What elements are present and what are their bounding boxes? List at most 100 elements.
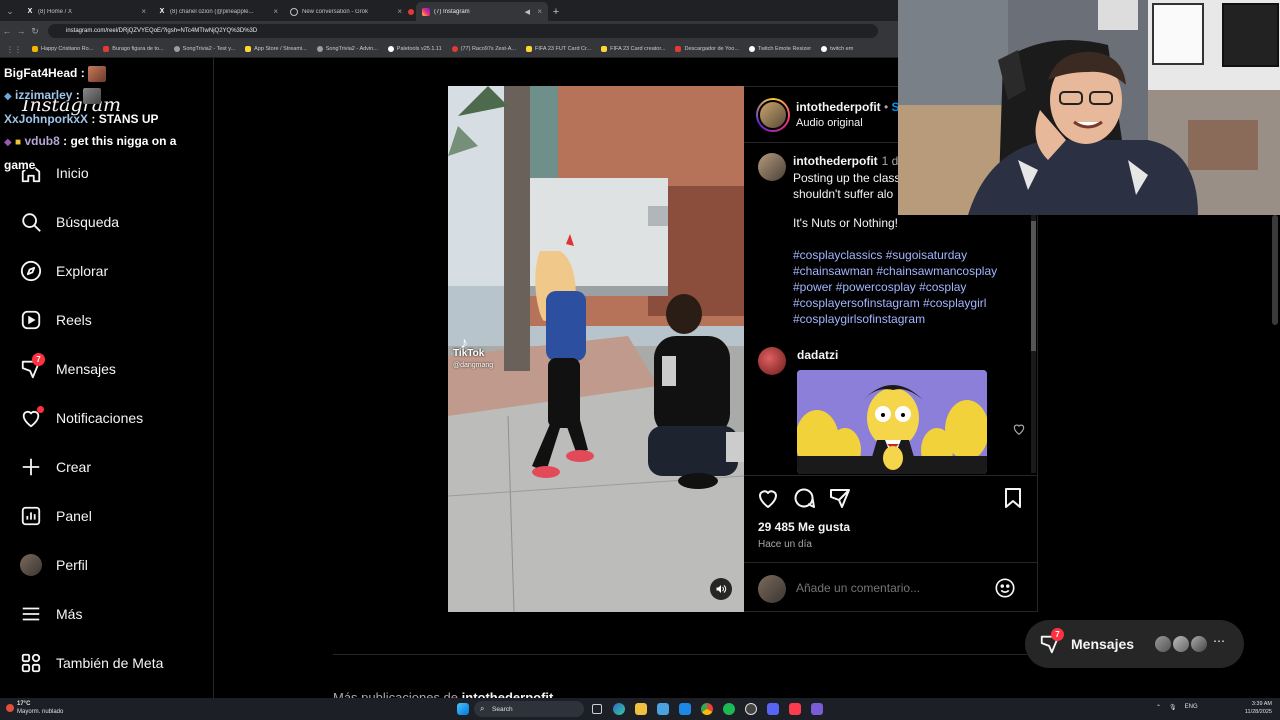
- like-count[interactable]: 29 485 Me gusta: [758, 520, 850, 534]
- commenter-username[interactable]: dadatzi: [797, 348, 838, 362]
- commenter-avatar[interactable]: [758, 347, 786, 375]
- caption-avatar[interactable]: [758, 153, 786, 181]
- language-indicator[interactable]: ENG: [1185, 704, 1198, 711]
- weather-widget[interactable]: 17°C Mayorm. nublado: [6, 700, 63, 716]
- chrome-icon[interactable]: [701, 703, 713, 715]
- comment-like-icon[interactable]: [1012, 422, 1026, 436]
- author-avatar[interactable]: [756, 98, 790, 132]
- sidebar-item-meta[interactable]: También de Meta: [20, 648, 200, 678]
- system-tray: ⌃ 🎙 ENG: [1156, 704, 1198, 711]
- chat-text: STANS UP: [98, 112, 159, 126]
- bookmark-item[interactable]: Burago figura de to...: [103, 46, 164, 52]
- bookmark-favicon: [173, 46, 180, 52]
- page-scrollbar[interactable]: [1272, 215, 1278, 325]
- music-icon[interactable]: [789, 703, 801, 715]
- obs-icon[interactable]: [745, 703, 757, 715]
- comment-input[interactable]: [796, 581, 976, 595]
- browser-tab-grok[interactable]: New conversation - Grok ×: [284, 2, 416, 21]
- tab-search-button[interactable]: ⌄: [0, 2, 20, 21]
- reload-icon[interactable]: ↻: [28, 26, 42, 37]
- bookmark-item[interactable]: SongTrivia2 - Advin...: [316, 46, 378, 52]
- sidebar-item-panel[interactable]: Panel: [20, 501, 200, 531]
- sidebar-item-crear[interactable]: Crear: [20, 452, 200, 482]
- bookmark-item[interactable]: App Store / Streami...: [245, 46, 307, 52]
- emoji-icon[interactable]: [994, 577, 1016, 599]
- bookmark-favicon: [32, 46, 38, 52]
- back-icon[interactable]: ←: [0, 26, 14, 36]
- mic-icon[interactable]: 🎙: [1169, 704, 1177, 711]
- reel-video[interactable]: ♪ TikTok @dangmang: [448, 86, 744, 612]
- task-view-icon[interactable]: [592, 704, 602, 714]
- bookmark-item[interactable]: FIFA 23 Card creator...: [601, 46, 665, 52]
- bookmark-item[interactable]: Descargador de Yoo...: [675, 46, 739, 52]
- save-icon[interactable]: [1001, 486, 1025, 510]
- bookmark-apps-icon[interactable]: ⋮⋮: [6, 45, 22, 54]
- messages-floating-button[interactable]: 7 Mensajes ⋯: [1025, 620, 1244, 668]
- close-icon[interactable]: ×: [141, 7, 146, 16]
- hashtag-line[interactable]: #cosplayersofinstagram #cosplaygirl: [793, 295, 1023, 311]
- browser-tab-home-x[interactable]: X (8) Home / X ×: [20, 2, 152, 21]
- comments-scrollbar[interactable]: [1031, 215, 1036, 473]
- bookmark-item[interactable]: Happy Cristiano Ro...: [32, 46, 93, 52]
- chat-username: vdub8: [24, 134, 60, 148]
- sidebar-item-mas[interactable]: Más: [20, 599, 200, 629]
- sidebar-item-mensajes[interactable]: 7 Mensajes: [20, 353, 200, 384]
- edge-icon[interactable]: [613, 703, 625, 715]
- chat-badge-icon: ■: [15, 137, 22, 148]
- sidebar-item-busqueda[interactable]: Búsqueda: [20, 207, 200, 237]
- new-tab-button[interactable]: +: [548, 2, 564, 21]
- close-icon[interactable]: ×: [273, 7, 278, 16]
- spotify-icon[interactable]: [723, 703, 735, 715]
- photos-icon[interactable]: [657, 703, 669, 715]
- share-icon[interactable]: [828, 486, 852, 510]
- windows-start-icon[interactable]: [457, 703, 469, 715]
- bookmark-item[interactable]: SongTrivia2 - Test y...: [173, 46, 235, 52]
- clock[interactable]: 3:39 AM 11/28/2025: [1245, 700, 1272, 716]
- chat-emote: [88, 65, 107, 82]
- app-icon[interactable]: [811, 703, 823, 715]
- sidebar-item-perfil[interactable]: Perfil: [20, 550, 200, 580]
- scroll-thumb[interactable]: [1031, 221, 1036, 351]
- sidebar-item-label: Explorar: [56, 263, 109, 279]
- sidebar-item-reels[interactable]: Reels: [20, 305, 200, 335]
- bookmark-item[interactable]: twitch em: [821, 46, 853, 52]
- clock-time: 3:39 AM: [1251, 701, 1272, 707]
- close-icon[interactable]: ×: [397, 7, 402, 16]
- bookmark-item[interactable]: (77) Raco97s Zest-A...: [451, 46, 516, 52]
- bookmark-item[interactable]: Twitch Emote Resizer: [748, 46, 811, 52]
- discord-icon[interactable]: [767, 703, 779, 715]
- hashtag-line[interactable]: #cosplaygirlsofinstagram: [793, 311, 1023, 327]
- hashtag-line[interactable]: #power #powercosplay #cosplay: [793, 279, 1023, 295]
- browser-tab-chanel[interactable]: X (8) chanel ozion (@pineapple... ×: [152, 2, 284, 21]
- comment-gif[interactable]: [797, 370, 987, 474]
- url-input[interactable]: instagram.com/reel/DRjQZVYEQoE/?igsh=NTc…: [48, 24, 878, 38]
- forward-icon[interactable]: →: [14, 26, 28, 36]
- sidebar-item-explorar[interactable]: Explorar: [20, 256, 200, 286]
- caption-line: It's Nuts or Nothing!: [793, 216, 898, 230]
- hashtags: #cosplayclassics #sugoisaturday #chainsa…: [793, 247, 1023, 327]
- hashtag-line[interactable]: #cosplayclassics #sugoisaturday: [793, 247, 1023, 263]
- weather-row: 17°C Mayorm. nublado: [6, 700, 63, 716]
- caption-username[interactable]: intothederpofit: [793, 154, 878, 168]
- audio-label[interactable]: Audio original: [796, 117, 863, 129]
- comment-icon[interactable]: [792, 486, 816, 510]
- file-explorer-icon[interactable]: [635, 703, 647, 715]
- audio-playing-icon[interactable]: ◀: [525, 8, 530, 16]
- close-icon[interactable]: ×: [537, 7, 542, 16]
- bookmark-item[interactable]: Paletools v25.1.11: [387, 46, 442, 52]
- taskbar-search[interactable]: ⌕ Search: [474, 701, 584, 717]
- chevron-up-icon[interactable]: ⌃: [1156, 704, 1161, 711]
- sidebar-item-label: Perfil: [56, 557, 88, 573]
- unread-badge: 7: [32, 353, 45, 366]
- like-icon[interactable]: [756, 486, 780, 510]
- stream-chat-overlay: BigFat4Head : ◆ izzimarley : XxJohnporkx…: [4, 62, 209, 176]
- hashtag-line[interactable]: #chainsawman #chainsawmancosplay: [793, 263, 1023, 279]
- mail-icon[interactable]: [679, 703, 691, 715]
- chat-message: game: [4, 154, 209, 176]
- mute-button[interactable]: [710, 578, 732, 600]
- author-username[interactable]: intothederpofit: [796, 100, 881, 114]
- weather-text: 17°C Mayorm. nublado: [17, 700, 63, 716]
- sidebar-item-notificaciones[interactable]: Notificaciones: [20, 403, 200, 433]
- bookmark-item[interactable]: FIFA 23 FUT Card Cr...: [525, 46, 591, 52]
- browser-tab-instagram[interactable]: (7) Instagram ◀ ×: [416, 2, 548, 21]
